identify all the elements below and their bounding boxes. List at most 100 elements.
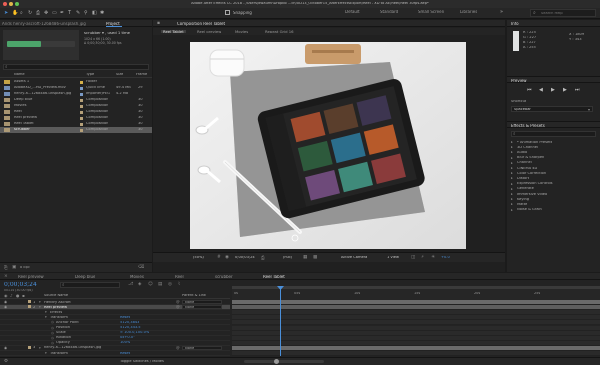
frame-blending-icon[interactable]: ▤ bbox=[158, 282, 162, 287]
camera-view-dropdown[interactable]: Active Camera bbox=[341, 256, 367, 260]
property-row[interactable]: ▾ Transform Reset bbox=[0, 351, 230, 357]
timeline-tab-movies[interactable]: Movies bbox=[130, 275, 144, 279]
puppet-tool-icon[interactable]: ✱ bbox=[100, 10, 104, 16]
viewer-timecode[interactable]: 0;00;03;24 bbox=[235, 256, 255, 260]
label-color-swatch[interactable] bbox=[80, 92, 83, 96]
brush-tool-icon[interactable]: ✎ bbox=[76, 10, 80, 16]
column-size[interactable]: Size bbox=[116, 73, 123, 77]
label-color-swatch[interactable] bbox=[80, 116, 83, 120]
view-layout-dropdown[interactable]: 1 View bbox=[387, 256, 399, 260]
time-ruler[interactable]: 0s 05s 10s 15s 20s 25s bbox=[232, 286, 600, 300]
label-color-swatch[interactable] bbox=[80, 98, 83, 102]
eraser-tool-icon[interactable]: ◧ bbox=[92, 10, 97, 16]
workspace-standard[interactable]: Standard bbox=[380, 10, 398, 14]
property-value[interactable]: ∞ 100.0,100.0% bbox=[120, 331, 149, 335]
pen-tool-icon[interactable]: ✒ bbox=[60, 10, 64, 16]
chevron-down-icon[interactable]: ▾ bbox=[45, 315, 47, 319]
timeline-tab-deep-blue[interactable]: Deep blue bbox=[75, 275, 95, 279]
maximize-window-button[interactable] bbox=[15, 2, 19, 6]
parent-dropdown[interactable]: None bbox=[182, 300, 222, 305]
timeline-tab-reel-preview[interactable]: Reel preview bbox=[18, 275, 44, 279]
timeline-tab-reel-tablet[interactable]: Reel Tablet bbox=[263, 275, 285, 279]
label-color-swatch[interactable] bbox=[28, 305, 31, 309]
pickwhip-icon[interactable]: @ bbox=[176, 305, 180, 309]
pan-behind-tool-icon[interactable]: ✥ bbox=[44, 10, 48, 16]
label-color-swatch[interactable] bbox=[80, 122, 83, 126]
new-folder-icon[interactable]: ▣ bbox=[12, 265, 16, 270]
workspace-menu-icon[interactable]: » bbox=[500, 9, 503, 15]
camera-tool-icon[interactable]: ⎙ bbox=[36, 10, 40, 16]
timeline-search-input[interactable]: ⌕ bbox=[60, 282, 120, 288]
workspace-default[interactable]: Default bbox=[345, 10, 360, 14]
property-value[interactable]: 5120,343.5 bbox=[120, 326, 141, 330]
preview-name[interactable]: scrubber ▾ , used 1 time bbox=[84, 31, 130, 35]
property-value[interactable]: Reset bbox=[120, 316, 130, 320]
snapshot-icon[interactable]: ◉ bbox=[225, 255, 229, 260]
clone-stamp-tool-icon[interactable]: ⚲ bbox=[84, 10, 88, 16]
eye-icon[interactable]: ◉ bbox=[4, 300, 7, 304]
comp-tab-repeat-grid[interactable]: Repeat Grid 16 bbox=[265, 30, 294, 34]
chevron-down-icon[interactable]: ▾ bbox=[39, 305, 41, 309]
graph-editor-icon[interactable]: ⌇ bbox=[178, 282, 180, 287]
lock-icon[interactable]: ▪ bbox=[157, 21, 160, 26]
toggle-switches-modes[interactable]: Toggle Switches / Modes bbox=[120, 360, 164, 364]
chevron-down-icon[interactable]: ◷ bbox=[51, 331, 54, 335]
region-of-interest-icon[interactable]: ▦ bbox=[303, 255, 307, 260]
next-frame-icon[interactable]: ▶ bbox=[563, 87, 567, 93]
property-value[interactable]: 5120,3843 bbox=[120, 321, 139, 325]
toggle-pixel-icon[interactable]: ◫ bbox=[411, 255, 415, 260]
parent-dropdown[interactable]: None bbox=[182, 305, 222, 310]
close-window-button[interactable] bbox=[3, 2, 7, 6]
tab-project[interactable]: Project bbox=[106, 22, 120, 26]
column-type[interactable]: Type bbox=[86, 73, 94, 77]
timeline-tab-reel[interactable]: Reel bbox=[175, 275, 184, 279]
work-area-bar[interactable] bbox=[232, 286, 600, 289]
rotate-tool-icon[interactable]: ↻ bbox=[28, 10, 32, 16]
eye-icon[interactable]: ◉ bbox=[4, 305, 7, 309]
eye-icon[interactable]: ◉ bbox=[4, 346, 7, 350]
draft-3d-icon[interactable]: ◈ bbox=[138, 282, 141, 287]
tab-footage[interactable]: Ands henry-ascroft-1268486-unsplash.jpg bbox=[2, 22, 97, 26]
transparency-grid-icon[interactable]: ▩ bbox=[313, 255, 317, 260]
chevron-down-icon[interactable]: ◷ bbox=[51, 336, 54, 340]
info-panel-title[interactable]: Info bbox=[511, 22, 519, 26]
chevron-down-icon[interactable]: ▾ bbox=[39, 346, 41, 350]
chevron-down-icon[interactable]: ◷ bbox=[51, 320, 54, 324]
first-frame-icon[interactable]: ⏮ bbox=[527, 87, 532, 93]
timeline-tab-scrubber[interactable]: scrubber bbox=[215, 275, 233, 279]
type-tool-icon[interactable]: T bbox=[68, 10, 71, 16]
fast-previews-icon[interactable]: ⚡ bbox=[421, 255, 424, 260]
resolution-dropdown[interactable]: (Full) bbox=[283, 256, 292, 260]
label-color-swatch[interactable] bbox=[80, 128, 83, 132]
comp-tab-reel-preview[interactable]: Reel preview bbox=[197, 30, 221, 34]
effects-panel-title[interactable]: Effects & Presets bbox=[511, 124, 545, 128]
interpret-footage-icon[interactable]: ⎘ bbox=[4, 265, 8, 271]
column-frame[interactable]: Frame bbox=[136, 73, 147, 77]
zoom-tool-icon[interactable]: ⌕ bbox=[20, 10, 23, 16]
composition-header-title[interactable]: Composition Reel Tablet bbox=[177, 22, 225, 26]
camera-snapshot-icon[interactable]: ⎙ bbox=[261, 255, 265, 261]
effects-category[interactable]: ▸ Noise & Grain bbox=[507, 208, 600, 213]
workspace-small-screen[interactable]: Small Screen bbox=[418, 10, 444, 14]
grid-icon[interactable]: # bbox=[217, 255, 221, 260]
comp-mini-flowchart-icon[interactable]: ⎇ bbox=[128, 282, 133, 287]
label-color-swatch[interactable] bbox=[80, 110, 83, 114]
search-help-field[interactable]: ⌕ Search Help bbox=[530, 9, 596, 17]
column-name[interactable]: Name bbox=[14, 73, 25, 77]
label-color-swatch[interactable] bbox=[80, 104, 83, 108]
chevron-down-icon[interactable]: ◷ bbox=[51, 326, 54, 330]
zoom-slider-handle[interactable] bbox=[274, 359, 279, 364]
label-color-swatch[interactable] bbox=[28, 346, 31, 350]
effects-search-input[interactable]: ⌕ bbox=[511, 131, 596, 137]
magnification-dropdown[interactable]: (50%) bbox=[193, 256, 204, 260]
chevron-down-icon[interactable]: ▾ bbox=[45, 310, 47, 314]
chevron-down-icon[interactable]: ▾ bbox=[39, 300, 41, 304]
previous-frame-icon[interactable]: ◀ bbox=[539, 87, 543, 93]
chevron-down-icon[interactable]: ◷ bbox=[51, 341, 54, 345]
zoom-slider[interactable] bbox=[244, 359, 324, 364]
column-source-name[interactable]: Source Name bbox=[44, 294, 68, 298]
parent-dropdown[interactable]: None bbox=[182, 346, 222, 351]
bit-depth-button[interactable]: 8 bpc bbox=[20, 266, 30, 270]
workspace-libraries[interactable]: Libraries bbox=[460, 10, 477, 14]
motion-blur-icon[interactable]: ◎ bbox=[168, 282, 172, 287]
